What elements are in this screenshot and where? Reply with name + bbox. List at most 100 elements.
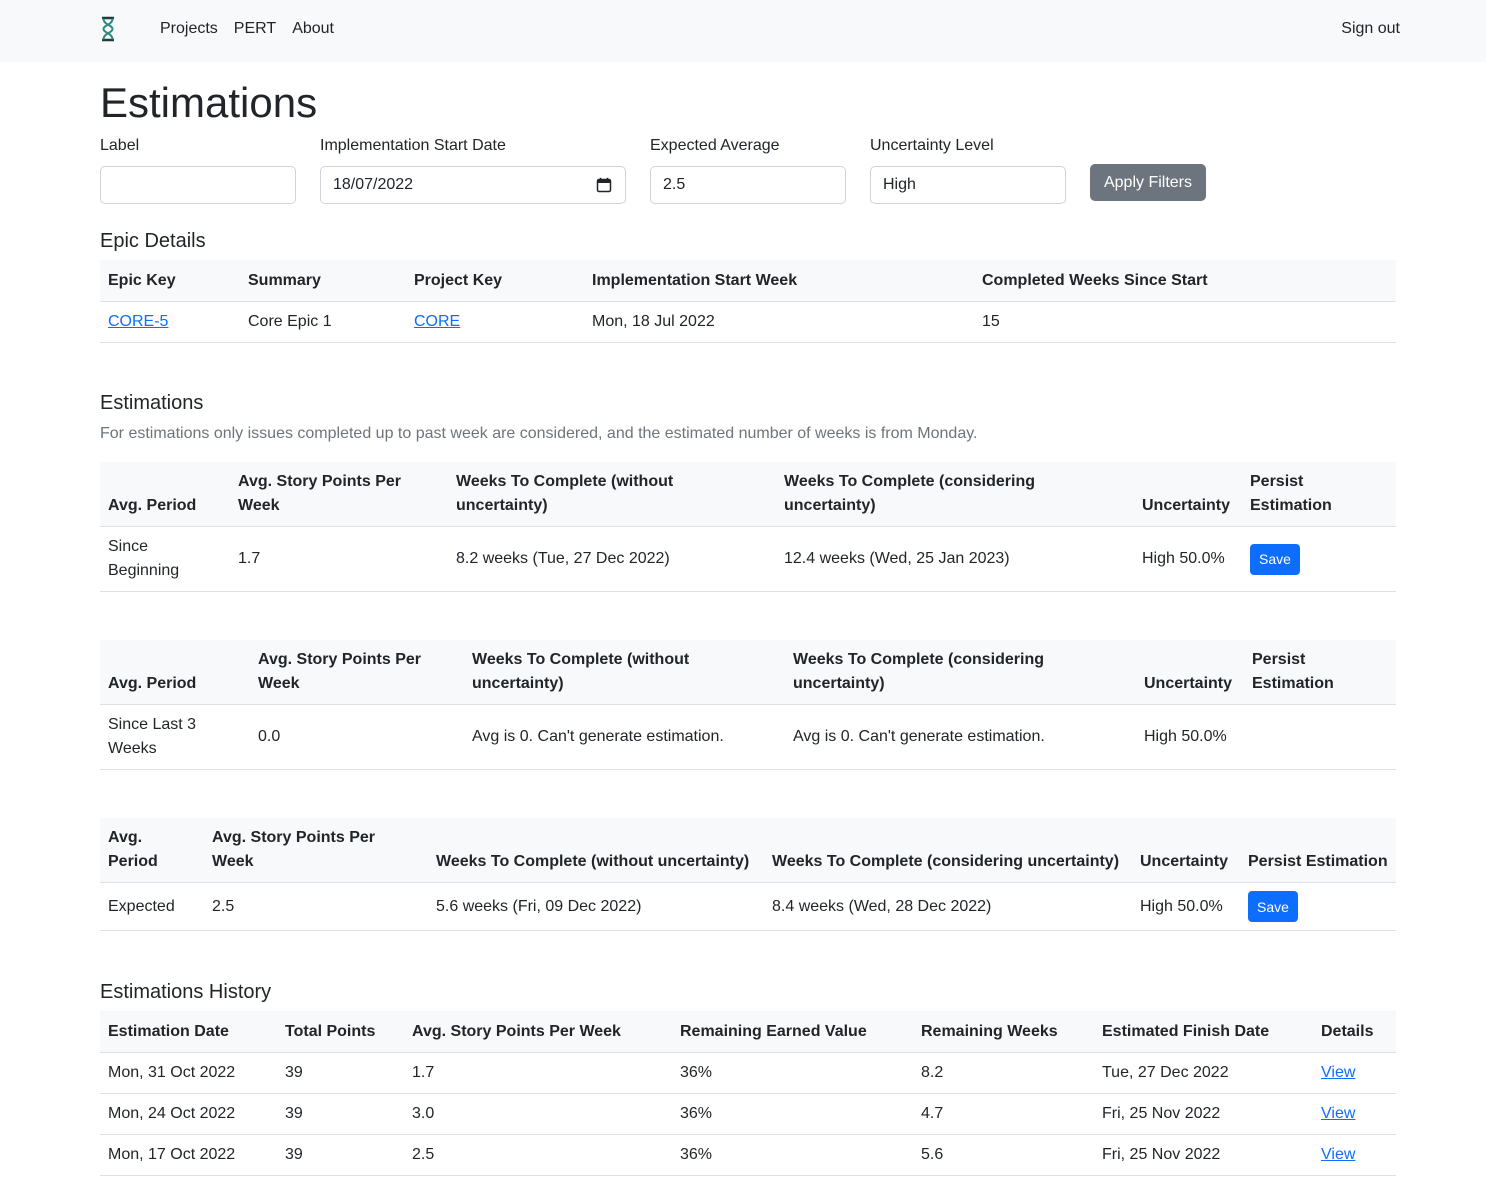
epic-details-heading: Epic Details bbox=[100, 230, 206, 252]
estimation-table: Avg. Period Avg. Story Points Per Week W… bbox=[100, 818, 1396, 931]
col-avg-story-points: Avg. Story Points Per Week bbox=[250, 640, 464, 705]
col-weeks-without: Weeks To Complete (without uncertainty) bbox=[428, 818, 764, 883]
epic-details-table: Epic Key Summary Project Key Implementat… bbox=[100, 260, 1396, 343]
expected-average-label: Expected Average bbox=[650, 137, 780, 154]
rev-cell: 36% bbox=[672, 1134, 913, 1176]
uncertainty-filter-group: Uncertainty Level bbox=[870, 136, 1066, 204]
uncertainty-cell: High 50.0% bbox=[1132, 882, 1240, 931]
start-date-input[interactable] bbox=[320, 166, 626, 204]
expected-average-input[interactable] bbox=[650, 166, 846, 204]
estimations-heading: Estimations bbox=[100, 392, 204, 414]
table-row: Mon, 31 Oct 2022 39 1.7 36% 8.2 Tue, 27 … bbox=[100, 1052, 1396, 1094]
estimation-table: Avg. Period Avg. Story Points Per Week W… bbox=[100, 462, 1396, 592]
view-details-link[interactable]: View bbox=[1321, 1146, 1355, 1163]
estimation-table: Avg. Period Avg. Story Points Per Week W… bbox=[100, 640, 1396, 770]
avg-cell: 0.0 bbox=[250, 704, 464, 770]
start-week-cell: Mon, 18 Jul 2022 bbox=[584, 301, 974, 343]
history-table-wrap: Estimation Date Total Points Avg. Story … bbox=[100, 1011, 1396, 1176]
avg-cell: 2.5 bbox=[204, 882, 428, 931]
date-cell: Mon, 17 Oct 2022 bbox=[100, 1134, 277, 1176]
col-weeks-considering: Weeks To Complete (considering uncertain… bbox=[785, 640, 1136, 705]
finish-cell: Fri, 25 Nov 2022 bbox=[1094, 1093, 1313, 1135]
uncertainty-input[interactable] bbox=[870, 166, 1066, 204]
estimations-note: For estimations only issues completed up… bbox=[100, 425, 978, 442]
col-weeks-considering: Weeks To Complete (considering uncertain… bbox=[764, 818, 1132, 883]
col-avg-story-points: Avg. Story Points Per Week bbox=[204, 818, 428, 883]
start-date-label: Implementation Start Date bbox=[320, 137, 506, 154]
nav-pert[interactable]: PERT bbox=[234, 19, 276, 39]
col-uncertainty: Uncertainty bbox=[1136, 640, 1244, 705]
history-table: Estimation Date Total Points Avg. Story … bbox=[100, 1011, 1396, 1176]
uncertainty-cell: High 50.0% bbox=[1136, 704, 1244, 770]
col-summary: Summary bbox=[240, 260, 406, 302]
estimation-table-since-beginning-wrap: Avg. Period Avg. Story Points Per Week W… bbox=[100, 462, 1396, 592]
considering-cell: 12.4 weeks (Wed, 25 Jan 2023) bbox=[776, 526, 1134, 592]
estimation-table-last-3-weeks-wrap: Avg. Period Avg. Story Points Per Week W… bbox=[100, 640, 1396, 770]
label-filter-group: Label bbox=[100, 136, 296, 204]
nav-projects[interactable]: Projects bbox=[160, 19, 218, 39]
start-date-filter-group: Implementation Start Date bbox=[320, 136, 626, 204]
col-avg-period: Avg. Period bbox=[100, 462, 230, 527]
label-filter-label: Label bbox=[100, 137, 140, 154]
expected-average-filter-group: Expected Average bbox=[650, 136, 846, 204]
col-remaining-weeks: Remaining Weeks bbox=[913, 1011, 1094, 1053]
estimation-table-expected-wrap: Avg. Period Avg. Story Points Per Week W… bbox=[100, 818, 1396, 931]
col-completed-weeks: Completed Weeks Since Start bbox=[974, 260, 1396, 302]
table-row: Since Last 3 Weeks 0.0 Avg is 0. Can't g… bbox=[100, 704, 1396, 770]
rev-cell: 36% bbox=[672, 1052, 913, 1094]
label-input[interactable] bbox=[100, 166, 296, 204]
total-cell: 39 bbox=[277, 1093, 404, 1135]
col-avg-period: Avg. Period bbox=[100, 818, 204, 883]
col-start-week: Implementation Start Week bbox=[584, 260, 974, 302]
finish-cell: Tue, 27 Dec 2022 bbox=[1094, 1052, 1313, 1094]
epic-key-link[interactable]: CORE-5 bbox=[108, 313, 168, 330]
rev-cell: 36% bbox=[672, 1093, 913, 1135]
nav-links: Projects PERT About bbox=[160, 19, 334, 39]
col-persist: Persist Estimation bbox=[1242, 462, 1396, 527]
avg-cell: 3.0 bbox=[404, 1093, 672, 1135]
col-weeks-without: Weeks To Complete (without uncertainty) bbox=[448, 462, 776, 527]
col-remaining-earned-value: Remaining Earned Value bbox=[672, 1011, 913, 1053]
col-uncertainty: Uncertainty bbox=[1132, 818, 1240, 883]
weeks-cell: 8.2 bbox=[913, 1052, 1094, 1094]
summary-cell: Core Epic 1 bbox=[240, 301, 406, 343]
view-details-link[interactable]: View bbox=[1321, 1105, 1355, 1122]
considering-cell: 8.4 weeks (Wed, 28 Dec 2022) bbox=[764, 882, 1132, 931]
col-persist: Persist Estimation bbox=[1240, 818, 1396, 883]
col-weeks-without: Weeks To Complete (without uncertainty) bbox=[464, 640, 785, 705]
date-cell: Mon, 24 Oct 2022 bbox=[100, 1093, 277, 1135]
without-cell: Avg is 0. Can't generate estimation. bbox=[464, 704, 785, 770]
sign-out-link[interactable]: Sign out bbox=[1341, 19, 1400, 39]
finish-cell: Fri, 25 Nov 2022 bbox=[1094, 1134, 1313, 1176]
uncertainty-cell: High 50.0% bbox=[1134, 526, 1242, 592]
considering-cell: Avg is 0. Can't generate estimation. bbox=[785, 704, 1136, 770]
nav-about[interactable]: About bbox=[292, 19, 334, 39]
table-row: Mon, 24 Oct 2022 39 3.0 36% 4.7 Fri, 25 … bbox=[100, 1093, 1396, 1135]
page-title: Estimations bbox=[100, 79, 318, 126]
save-button[interactable]: Save bbox=[1248, 891, 1298, 922]
table-row: CORE-5 Core Epic 1 CORE Mon, 18 Jul 2022… bbox=[100, 301, 1396, 343]
period-cell: Since Beginning bbox=[100, 526, 230, 592]
calendar-icon[interactable] bbox=[596, 177, 612, 193]
navbar: Projects PERT About Sign out bbox=[0, 0, 1486, 62]
uncertainty-label: Uncertainty Level bbox=[870, 137, 994, 154]
table-row: Since Beginning 1.7 8.2 weeks (Tue, 27 D… bbox=[100, 526, 1396, 592]
without-cell: 5.6 weeks (Fri, 09 Dec 2022) bbox=[428, 882, 764, 931]
col-project-key: Project Key bbox=[406, 260, 584, 302]
col-estimation-date: Estimation Date bbox=[100, 1011, 277, 1053]
avg-cell: 2.5 bbox=[404, 1134, 672, 1176]
apply-filters-button[interactable]: Apply Filters bbox=[1090, 164, 1206, 201]
without-cell: 8.2 weeks (Tue, 27 Dec 2022) bbox=[448, 526, 776, 592]
total-cell: 39 bbox=[277, 1052, 404, 1094]
view-details-link[interactable]: View bbox=[1321, 1064, 1355, 1081]
completed-weeks-cell: 15 bbox=[974, 301, 1396, 343]
table-row: Expected 2.5 5.6 weeks (Fri, 09 Dec 2022… bbox=[100, 882, 1396, 931]
save-button[interactable]: Save bbox=[1250, 543, 1300, 575]
col-total-points: Total Points bbox=[277, 1011, 404, 1053]
project-key-link[interactable]: CORE bbox=[414, 313, 460, 330]
col-uncertainty: Uncertainty bbox=[1134, 462, 1242, 527]
table-row: Mon, 17 Oct 2022 39 2.5 36% 5.6 Fri, 25 … bbox=[100, 1134, 1396, 1176]
period-cell: Since Last 3 Weeks bbox=[100, 704, 250, 770]
col-persist: Persist Estimation bbox=[1244, 640, 1396, 705]
hourglass-logo-icon[interactable] bbox=[100, 16, 116, 42]
